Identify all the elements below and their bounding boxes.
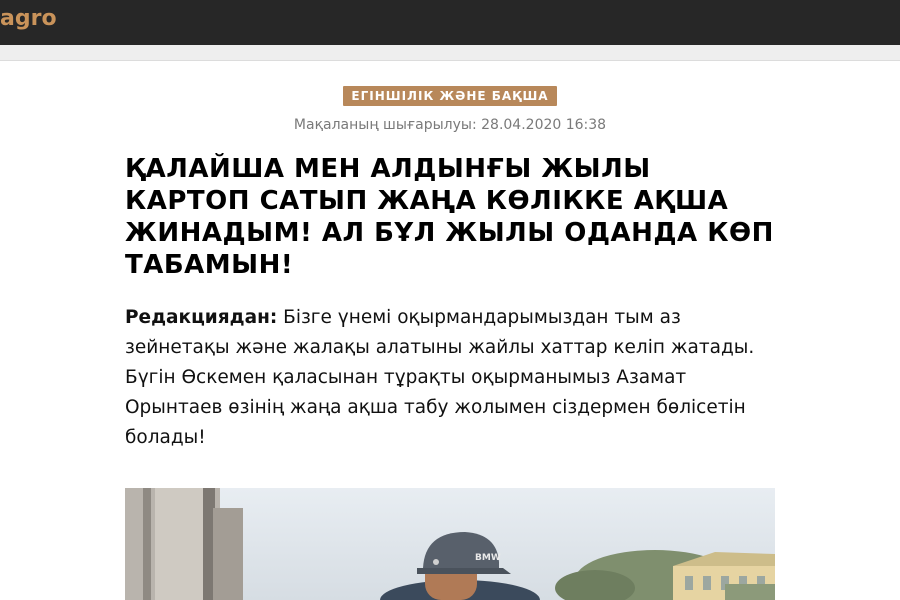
lead-text: Бізге үнемі оқырмандарымыздан тым аз зей…	[125, 307, 755, 448]
category-wrapper: ЕГІНШІЛІК ЖӘНЕ БАҚША	[125, 85, 775, 106]
photo-illustration: BMW	[125, 488, 775, 600]
article-title: ҚАЛАЙША МЕН АЛДЫНҒЫ ЖЫЛЫ КАРТОП САТЫП ЖА…	[125, 154, 774, 280]
top-navigation-bar: agro	[0, 0, 900, 45]
article-photo: BMW	[125, 488, 775, 600]
article-lead: Редакциядан: Бізге үнемі оқырмандарымызд…	[125, 303, 780, 453]
cap-logo: BMW	[475, 553, 501, 563]
category-badge[interactable]: ЕГІНШІЛІК ЖӘНЕ БАҚША	[343, 86, 557, 106]
site-logo[interactable]: agro	[0, 6, 57, 31]
sub-navigation-bar	[0, 45, 900, 61]
publish-date: Мақаланың шығарылуы: 28.04.2020 16:38	[293, 117, 607, 133]
lead-label: Редакциядан:	[125, 307, 278, 328]
